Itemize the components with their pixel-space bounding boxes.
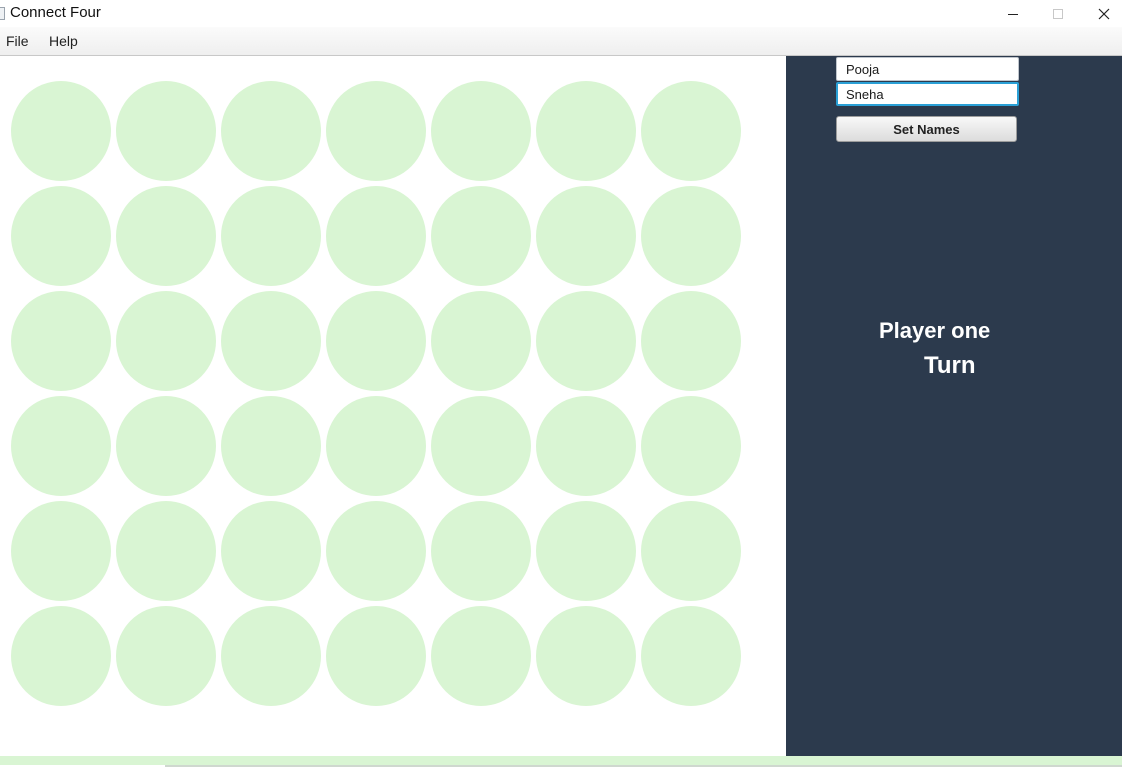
minimize-button[interactable] [990, 0, 1036, 27]
app-icon [0, 7, 5, 20]
board-cell[interactable] [11, 606, 111, 706]
board-cell[interactable] [116, 81, 216, 181]
board-cell[interactable] [326, 501, 426, 601]
board-cell[interactable] [641, 606, 741, 706]
menu-file[interactable]: File [6, 33, 29, 49]
board-cell[interactable] [221, 81, 321, 181]
turn-label: Turn [924, 352, 976, 379]
board-cell[interactable] [431, 501, 531, 601]
board-cell[interactable] [221, 396, 321, 496]
player-two-name-input[interactable] [836, 82, 1019, 106]
board-cell[interactable] [221, 501, 321, 601]
board-cell[interactable] [116, 501, 216, 601]
board-cell[interactable] [116, 186, 216, 286]
bottom-accent-bar [0, 756, 1122, 765]
board-cell[interactable] [11, 291, 111, 391]
board-cell[interactable] [11, 501, 111, 601]
board-cell[interactable] [221, 606, 321, 706]
bottom-strip [0, 756, 1122, 767]
side-panel: Set Names Player one Turn [786, 56, 1122, 756]
board-cell[interactable] [641, 396, 741, 496]
window-title: Connect Four [10, 4, 101, 21]
close-button[interactable] [1081, 0, 1122, 27]
board-cell[interactable] [116, 396, 216, 496]
board-cell[interactable] [536, 186, 636, 286]
board-cell[interactable] [326, 606, 426, 706]
maximize-icon [1053, 8, 1063, 19]
board-cell[interactable] [536, 501, 636, 601]
game-board[interactable] [0, 56, 786, 756]
board-cell[interactable] [116, 291, 216, 391]
board-cell[interactable] [641, 501, 741, 601]
board-cell[interactable] [641, 291, 741, 391]
board-cell[interactable] [536, 606, 636, 706]
board-cell[interactable] [536, 291, 636, 391]
board-cell[interactable] [11, 396, 111, 496]
set-names-button[interactable]: Set Names [836, 116, 1017, 142]
board-cell[interactable] [431, 291, 531, 391]
board-cell[interactable] [326, 396, 426, 496]
maximize-button[interactable] [1035, 0, 1081, 27]
board-cell[interactable] [326, 291, 426, 391]
player-one-name-input[interactable] [836, 57, 1019, 81]
board-cell[interactable] [221, 291, 321, 391]
close-icon [1098, 8, 1110, 19]
menu-bar: File Help [0, 27, 1122, 56]
minimize-icon [1008, 13, 1018, 15]
board-cell[interactable] [116, 606, 216, 706]
board-cell[interactable] [326, 186, 426, 286]
board-cell[interactable] [431, 81, 531, 181]
board-cell[interactable] [11, 186, 111, 286]
board-cell[interactable] [431, 186, 531, 286]
title-bar: Connect Four [0, 0, 1122, 27]
board-cell[interactable] [11, 81, 111, 181]
board-cell[interactable] [221, 186, 321, 286]
board-cell[interactable] [641, 81, 741, 181]
menu-help[interactable]: Help [49, 33, 78, 49]
board-cell[interactable] [326, 81, 426, 181]
board-cell[interactable] [536, 81, 636, 181]
turn-player-label: Player one [879, 318, 991, 343]
board-cell[interactable] [641, 186, 741, 286]
board-cell[interactable] [536, 396, 636, 496]
board-cell[interactable] [431, 606, 531, 706]
board-cell[interactable] [431, 396, 531, 496]
